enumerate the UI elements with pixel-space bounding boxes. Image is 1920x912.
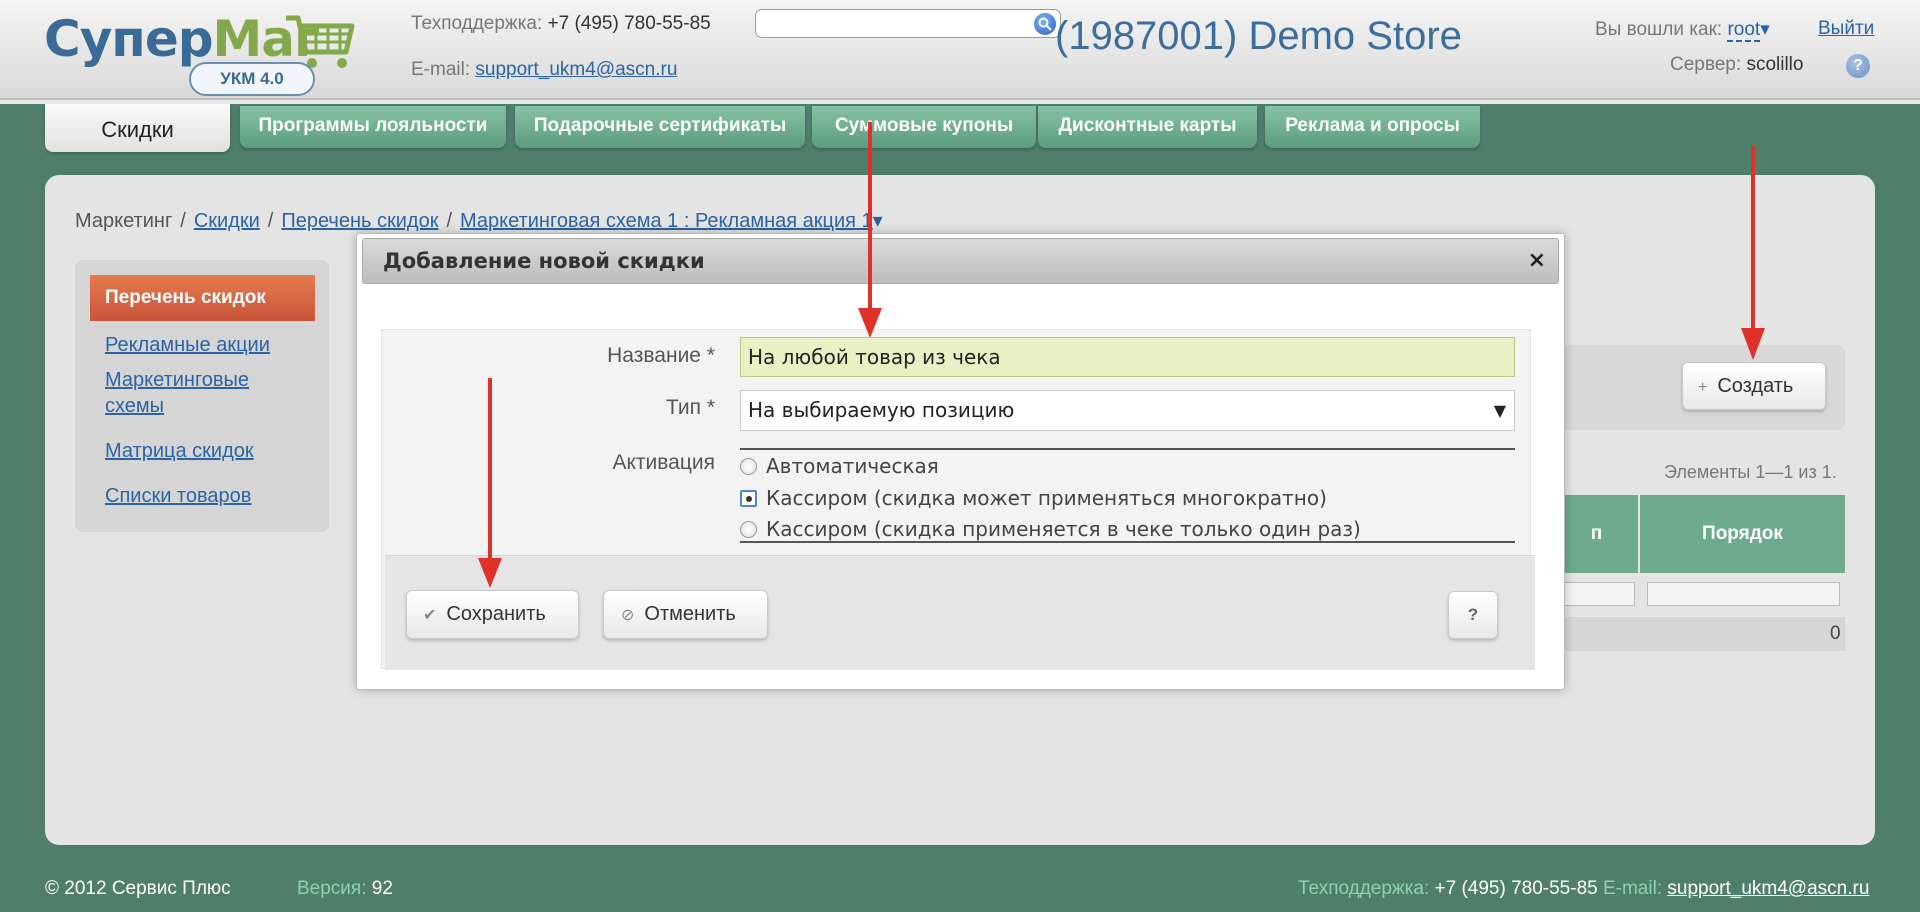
- table-header-cell[interactable]: п: [1555, 495, 1638, 573]
- footer-support-phone: +7 (495) 780-55-85: [1434, 878, 1598, 899]
- footer-support-label: Техподдержка:: [1298, 878, 1430, 899]
- tab-discounts[interactable]: Скидки: [45, 104, 230, 152]
- radio-automatic[interactable]: [740, 458, 757, 475]
- dialog-title: Добавление новой скидки: [383, 249, 705, 273]
- breadcrumb-root: Маркетинг: [75, 210, 173, 232]
- footer-support: Техподдержка: +7 (495) 780-55-85 E-mail:…: [1298, 878, 1869, 900]
- checkmark-icon: ✔: [423, 607, 437, 624]
- tab-gift-certificates[interactable]: Подарочные сертификаты: [515, 106, 805, 148]
- version-label: Версия:: [297, 878, 367, 899]
- breadcrumb: Маркетинг / Скидки / Перечень скидок / Маркети…: [75, 208, 883, 233]
- type-value: На выбираемую позицию: [748, 398, 1015, 422]
- radio-cashier-multiple[interactable]: [740, 490, 757, 507]
- footer-version: Версия: 92: [297, 878, 393, 900]
- type-label: Тип *: [665, 396, 715, 419]
- plus-icon: +: [1698, 379, 1708, 396]
- footer-email-label: E-mail:: [1602, 878, 1663, 899]
- name-field[interactable]: На любой товар из чека: [740, 337, 1515, 377]
- activation-radio-group: Автоматическая Кассиром (скидка может пр…: [740, 448, 1515, 543]
- breadcrumb-separator: /: [446, 210, 453, 232]
- cancel-label: Отменить: [644, 603, 736, 625]
- footer-email-link[interactable]: support_ukm4@ascn.ru: [1667, 878, 1869, 899]
- chevron-down-icon[interactable]: ▾: [1760, 19, 1770, 40]
- cancel-icon: ⊘: [621, 607, 635, 624]
- help-button[interactable]: ?: [1448, 591, 1498, 639]
- order-cell: 0: [1830, 623, 1841, 644]
- logo-text: СуперМаг: [44, 10, 320, 68]
- support-email-line: E-mail: support_ukm4@ascn.ru: [411, 59, 677, 81]
- tab-sum-coupons[interactable]: Суммовые купоны: [812, 106, 1036, 148]
- sidebar-item-ad-campaigns[interactable]: Рекламные акции: [105, 332, 305, 358]
- tab-loyalty-programs[interactable]: Программы лояльности: [240, 106, 506, 148]
- server-name: scolillo: [1746, 54, 1804, 75]
- server-info: Сервер: scolillo: [1670, 54, 1803, 76]
- logo[interactable]: СуперМаг УКМ 4.0: [44, 10, 364, 96]
- logout-link[interactable]: Выйти: [1818, 18, 1874, 40]
- radio-label: Кассиром (скидка применяется в чеке толь…: [766, 517, 1361, 541]
- order-filter-input[interactable]: [1647, 582, 1840, 606]
- sidebar-item-marketing-schemes[interactable]: Маркетинговые схемы: [105, 367, 305, 419]
- close-icon[interactable]: ×: [1528, 239, 1546, 283]
- footer-copyright: © 2012 Сервис Плюс: [45, 878, 231, 899]
- annotation-arrow-icon: [478, 378, 502, 588]
- tab-discount-cards[interactable]: Дисконтные карты: [1038, 106, 1257, 148]
- radio-cashier-once[interactable]: [740, 521, 757, 538]
- save-button[interactable]: ✔ Сохранить: [406, 590, 579, 639]
- radio-label: Кассиром (скидка может применяться много…: [766, 486, 1327, 510]
- sidebar-item-discount-matrix[interactable]: Матрица скидок: [105, 438, 305, 464]
- sidebar-item-product-lists[interactable]: Списки товаров: [105, 483, 305, 509]
- support-phone: +7 (495) 780-55-85: [547, 13, 711, 34]
- version-value: 92: [371, 878, 393, 899]
- dialog-title-bar[interactable]: Добавление новой скидки ×: [362, 238, 1559, 284]
- help-icon[interactable]: ?: [1846, 54, 1870, 78]
- cancel-button[interactable]: ⊘ Отменить: [603, 590, 768, 639]
- annotation-arrow-icon: [858, 122, 882, 338]
- table-row[interactable]: [1555, 617, 1845, 651]
- dropdown-arrow-icon: ▼: [1493, 401, 1506, 420]
- support-phone-line: Техподдержка: +7 (495) 780-55-85: [411, 13, 711, 35]
- sidebar: Перечень скидок Рекламные акции Маркетин…: [75, 260, 329, 532]
- logo-primary: Супер: [44, 10, 214, 68]
- create-label: Создать: [1717, 375, 1794, 397]
- pager-info: Элементы 1—1 из 1.: [1664, 462, 1837, 482]
- radio-label: Автоматическая: [766, 454, 939, 478]
- breadcrumb-discounts[interactable]: Скидки: [194, 210, 260, 232]
- version-badge: УКМ 4.0: [189, 62, 315, 96]
- user-info: Вы вошли как: root▾: [1595, 18, 1770, 42]
- header: СуперМаг УКМ 4.0 Техподдержка: +7 (495) …: [0, 0, 1920, 104]
- filter-input[interactable]: [1555, 582, 1635, 606]
- search-icon[interactable]: [1034, 13, 1056, 35]
- table-header-order[interactable]: Порядок: [1640, 495, 1845, 573]
- email-label: E-mail:: [411, 59, 471, 80]
- user-menu[interactable]: root: [1727, 19, 1761, 42]
- support-email-link[interactable]: support_ukm4@ascn.ru: [475, 59, 677, 80]
- breadcrumb-current[interactable]: Маркетинговая схема 1 : Рекламная акция …: [460, 210, 873, 232]
- breadcrumb-discount-list[interactable]: Перечень скидок: [281, 210, 438, 232]
- breadcrumb-separator: /: [180, 210, 186, 232]
- breadcrumb-separator: /: [267, 210, 274, 232]
- search-input[interactable]: [755, 9, 1061, 38]
- logged-in-label: Вы вошли как:: [1595, 19, 1723, 40]
- activation-label: Активация: [612, 451, 715, 474]
- server-label: Сервер:: [1670, 54, 1742, 75]
- save-label: Сохранить: [446, 603, 546, 625]
- annotation-arrow-icon: [1741, 146, 1765, 360]
- type-select[interactable]: На выбираемую позицию ▼: [740, 390, 1515, 431]
- create-button[interactable]: + Создать: [1682, 362, 1826, 410]
- support-label: Техподдержка:: [411, 13, 543, 34]
- name-label: Название *: [607, 344, 715, 367]
- tab-ads-surveys[interactable]: Реклама и опросы: [1265, 106, 1480, 148]
- store-title: (1987001) Demo Store: [1055, 14, 1462, 58]
- sidebar-item-discount-list[interactable]: Перечень скидок: [90, 275, 315, 321]
